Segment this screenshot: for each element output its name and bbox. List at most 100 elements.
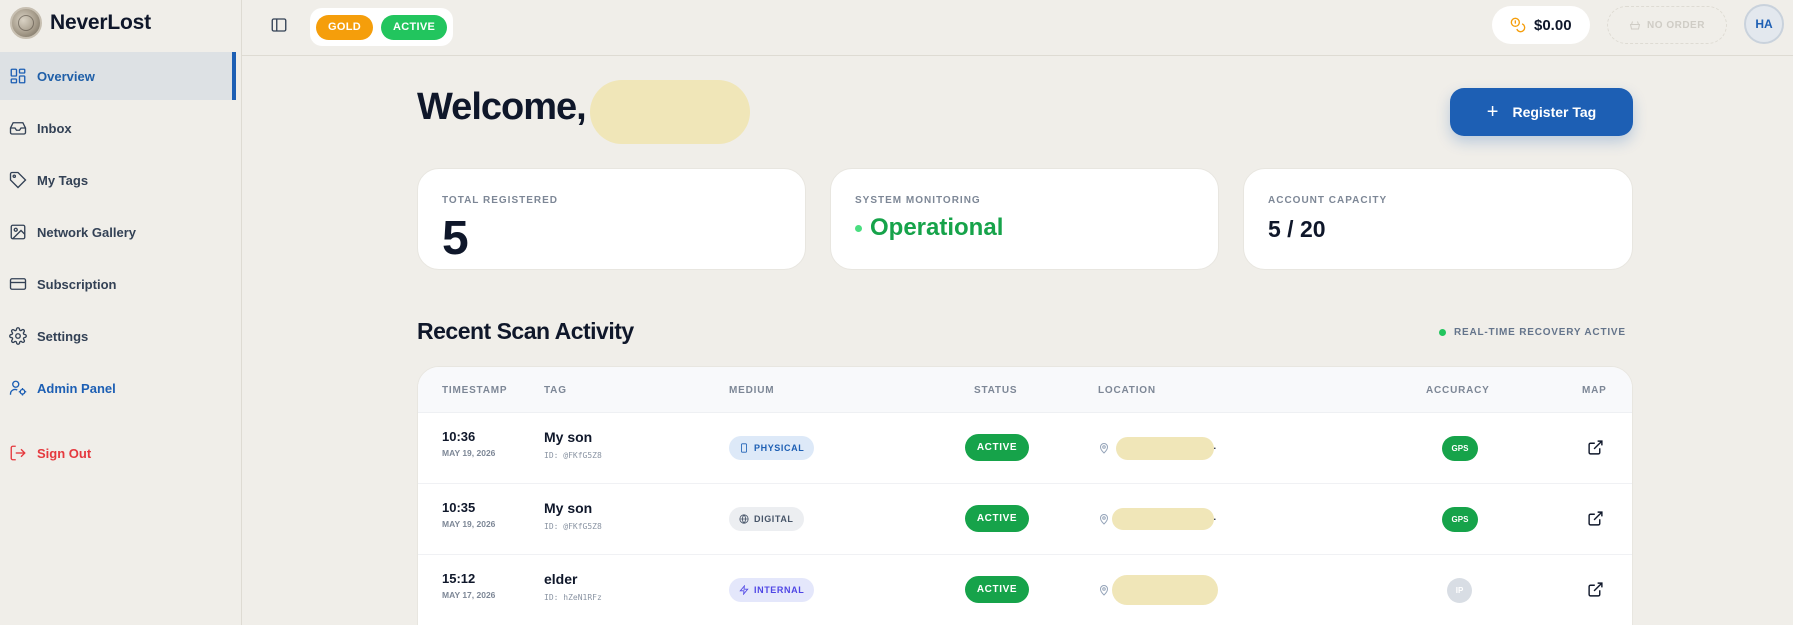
tier-badge: GOLD <box>316 14 373 40</box>
sidebar-item-my-tags[interactable]: My Tags <box>0 156 236 204</box>
col-timestamp[interactable]: TIMESTAMP <box>442 385 507 396</box>
stat-value: Operational <box>855 214 1003 242</box>
order-button[interactable]: NO ORDER <box>1607 6 1727 44</box>
realtime-indicator: REAL-TIME RECOVERY ACTIVE <box>1439 327 1626 338</box>
col-location[interactable]: LOCATION <box>1098 385 1156 396</box>
sidebar-item-label: Admin Panel <box>37 380 116 396</box>
table-header: TIMESTAMP TAG MEDIUM STATUS LOCATION ACC… <box>418 367 1632 413</box>
scan-date: MAY 17, 2026 <box>442 590 496 600</box>
status-dot <box>855 224 862 232</box>
accuracy-badge: GPS <box>1442 436 1478 461</box>
sidebar-item-settings[interactable]: Settings <box>0 312 236 360</box>
lightning-icon <box>739 585 749 595</box>
medium-badge: PHYSICAL <box>729 436 815 460</box>
col-map[interactable]: MAP <box>1582 385 1607 396</box>
brand[interactable]: NeverLost <box>10 7 151 39</box>
external-link-icon[interactable] <box>1587 439 1604 456</box>
tag-id: ID: hZeN1RFz <box>544 593 602 602</box>
credit-card-icon <box>9 278 27 290</box>
scan-time: 10:35 <box>442 500 476 515</box>
external-link-icon[interactable] <box>1587 510 1604 527</box>
accuracy-badge: IP <box>1447 578 1472 603</box>
col-status[interactable]: STATUS <box>974 385 1017 396</box>
table-row[interactable]: 10:35 MAY 19, 2026 My son ID: @FKfG5Z8 D… <box>418 484 1632 555</box>
account-badges: GOLD ACTIVE <box>310 8 454 46</box>
user-avatar[interactable]: HA <box>1744 4 1784 44</box>
medium-badge: INTERNAL <box>729 578 815 602</box>
app-logo <box>10 7 42 39</box>
status-badge: ACTIVE <box>965 505 1029 532</box>
medium-label: PHYSICAL <box>754 443 805 453</box>
table-row[interactable]: 10:36 MAY 19, 2026 My son ID: @FKfG5Z8 P… <box>418 413 1632 484</box>
globe-icon <box>739 514 749 524</box>
gear-icon <box>9 327 27 345</box>
sidebar-toggle-icon[interactable] <box>270 16 288 34</box>
operational-text: Operational <box>870 214 1004 241</box>
sidebar-item-admin-panel[interactable]: Admin Panel <box>0 364 236 412</box>
scan-date: MAY 19, 2026 <box>442 448 496 458</box>
plus-icon: + <box>1486 101 1499 123</box>
wallet-balance[interactable]: $0.00 <box>1492 6 1590 44</box>
scan-activity-table: TIMESTAMP TAG MEDIUM STATUS LOCATION ACC… <box>417 366 1633 625</box>
stat-card-total-registered: TOTAL REGISTERED 5 <box>417 168 806 270</box>
col-medium[interactable]: MEDIUM <box>729 385 774 396</box>
tag-name: My son <box>544 500 593 516</box>
sign-out-label: Sign Out <box>37 445 92 461</box>
balance-value: $0.00 <box>1534 16 1572 34</box>
image-icon <box>10 224 26 240</box>
sidebar-item-label: Network Gallery <box>37 224 136 240</box>
phone-icon <box>741 443 747 453</box>
tag-id: ID: @FKfG5Z8 <box>544 451 602 460</box>
accuracy-badge: GPS <box>1442 507 1478 532</box>
stat-label: TOTAL REGISTERED <box>442 195 559 206</box>
status-badge: ACTIVE <box>965 576 1029 603</box>
stat-value: 5 <box>442 212 469 265</box>
basket-icon <box>1629 21 1641 30</box>
realtime-label: REAL-TIME RECOVERY ACTIVE <box>1454 327 1626 338</box>
tag-name: My son <box>544 429 593 445</box>
tag-icon <box>9 171 27 189</box>
sign-out-icon <box>10 445 26 461</box>
scan-time: 10:36 <box>442 429 476 444</box>
register-tag-button[interactable]: + Register Tag <box>1450 88 1633 136</box>
sidebar-nav: Overview Inbox My Tags Network Gallery S… <box>0 52 236 481</box>
sidebar-item-network-gallery[interactable]: Network Gallery <box>0 208 236 256</box>
stat-label: ACCOUNT CAPACITY <box>1268 195 1388 206</box>
stat-label: SYSTEM MONITORING <box>855 195 981 206</box>
location-pin-icon <box>1099 585 1109 596</box>
app-name: NeverLost <box>50 11 151 34</box>
sidebar: NeverLost Overview Inbox My Tags Network… <box>0 0 242 625</box>
redacted-location <box>1112 575 1218 605</box>
location-end: . <box>1213 508 1217 523</box>
col-accuracy[interactable]: ACCURACY <box>1426 385 1490 396</box>
user-cog-icon <box>9 380 27 396</box>
tag-name: elder <box>544 571 578 587</box>
sidebar-item-label: Overview <box>37 68 95 84</box>
redacted-location <box>1112 508 1214 530</box>
redacted-username <box>590 80 750 144</box>
scan-date: MAY 19, 2026 <box>442 519 496 529</box>
status-badge: ACTIVE <box>380 14 448 40</box>
redacted-location <box>1116 437 1214 460</box>
stat-card-system-monitoring: SYSTEM MONITORING Operational <box>830 168 1219 270</box>
register-tag-label: Register Tag <box>1512 104 1597 120</box>
external-link-icon[interactable] <box>1587 581 1604 598</box>
medium-label: INTERNAL <box>754 585 805 595</box>
live-dot <box>1439 329 1446 336</box>
table-row[interactable]: 15:12 MAY 17, 2026 elder ID: hZeN1RFz IN… <box>418 555 1632 625</box>
sign-out-button[interactable]: Sign Out <box>0 429 236 477</box>
sidebar-item-label: Subscription <box>37 276 117 292</box>
sidebar-item-subscription[interactable]: Subscription <box>0 260 236 308</box>
location-pin-icon <box>1099 443 1109 454</box>
coins-icon <box>1510 17 1526 33</box>
location-end: . <box>1213 437 1217 452</box>
stat-card-account-capacity: ACCOUNT CAPACITY 5 / 20 <box>1243 168 1633 270</box>
welcome-heading: Welcome, <box>417 86 587 128</box>
tag-id: ID: @FKfG5Z8 <box>544 522 602 531</box>
col-tag[interactable]: TAG <box>544 385 567 396</box>
sidebar-item-inbox[interactable]: Inbox <box>0 104 236 152</box>
scan-time: 15:12 <box>442 571 476 586</box>
inbox-icon <box>9 122 27 135</box>
sidebar-item-label: Settings <box>37 328 89 344</box>
sidebar-item-overview[interactable]: Overview <box>0 52 236 100</box>
